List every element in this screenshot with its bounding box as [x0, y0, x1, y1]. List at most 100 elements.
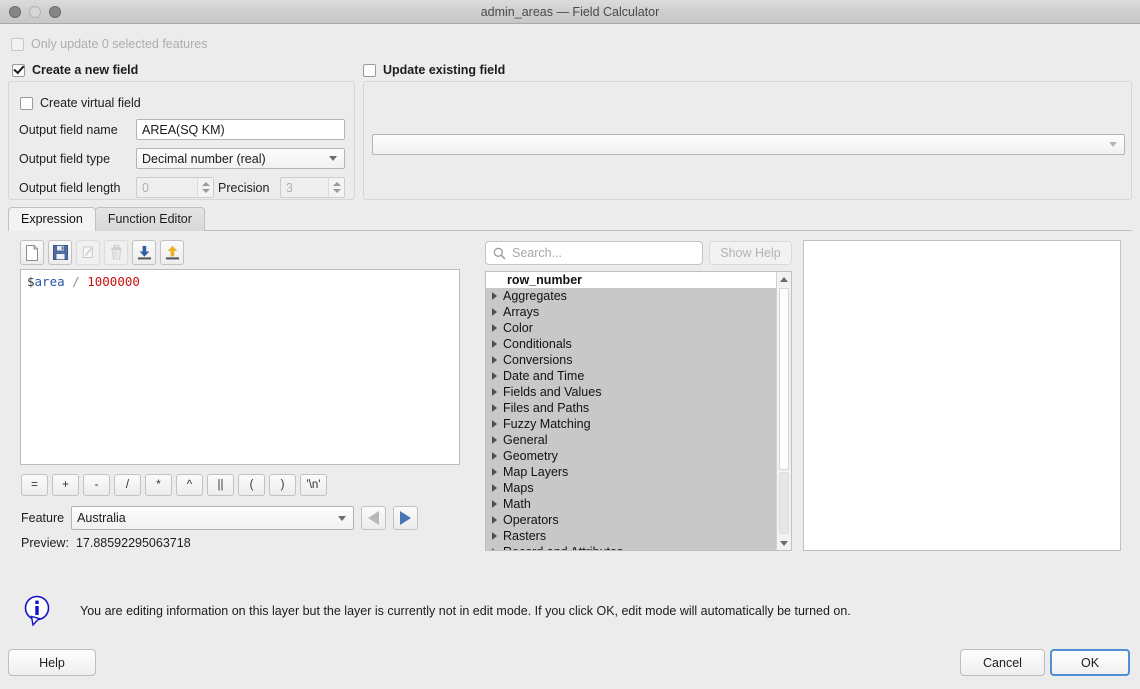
triangle-up-icon	[780, 276, 788, 282]
operator-button-divide[interactable]: /	[114, 474, 141, 496]
operator-button-power[interactable]: ^	[176, 474, 203, 496]
function-category-label: Fields and Values	[503, 385, 602, 399]
zoom-window-button[interactable]	[49, 5, 61, 18]
create-virtual-field-checkbox[interactable]	[20, 96, 33, 110]
output-field-type-combo[interactable]: Decimal number (real)	[136, 148, 345, 169]
function-category-label: Maps	[503, 481, 534, 495]
ok-button[interactable]: OK	[1050, 649, 1130, 676]
operator-button-concat[interactable]: ||	[207, 474, 234, 496]
function-category-fuzzy-matching[interactable]: Fuzzy Matching	[486, 416, 776, 432]
scroll-up-button[interactable]	[777, 272, 791, 286]
update-existing-field-label: Update existing field	[383, 63, 506, 77]
output-field-name-input[interactable]: AREA(SQ KM)	[136, 119, 345, 140]
arrow-left-icon	[368, 511, 380, 525]
edit-expression-button	[76, 240, 100, 265]
feature-label: Feature	[21, 511, 65, 525]
chevron-down-icon	[1109, 142, 1117, 147]
save-expression-button[interactable]	[48, 240, 72, 265]
create-virtual-field-label: Create virtual field	[40, 96, 141, 110]
scrollbar-thumb[interactable]	[779, 288, 789, 470]
function-list-scrollbar[interactable]	[776, 272, 791, 550]
preview-value: 17.88592295063718	[75, 536, 191, 550]
precision-stepper[interactable]: 3	[280, 177, 345, 198]
function-category-map-layers[interactable]: Map Layers	[486, 464, 776, 480]
function-category-label: Fuzzy Matching	[503, 417, 591, 431]
output-field-length-stepper[interactable]: 0	[136, 177, 214, 198]
preview-label: Preview:	[21, 536, 69, 550]
only-update-selected-label: Only update 0 selected features	[31, 37, 208, 51]
operator-button-close-paren[interactable]: )	[269, 474, 296, 496]
function-category-arrays[interactable]: Arrays	[486, 304, 776, 320]
chevron-right-icon	[492, 388, 497, 396]
close-window-button[interactable]	[9, 5, 21, 18]
create-new-field-checkbox[interactable]	[12, 63, 25, 77]
update-existing-field-checkbox-row[interactable]: Update existing field	[363, 63, 505, 77]
function-category-label: Map Layers	[503, 465, 569, 479]
chevron-right-icon	[492, 500, 497, 508]
spin-up-icon[interactable]	[201, 182, 210, 186]
operator-button-plus[interactable]: +	[52, 474, 79, 496]
operator-button-open-paren[interactable]: (	[238, 474, 265, 496]
expression-token-variable: area	[34, 274, 65, 289]
previous-feature-button	[361, 506, 387, 530]
operator-button-multiply[interactable]: *	[145, 474, 172, 496]
spin-up-icon[interactable]	[332, 182, 341, 186]
expression-editor[interactable]: $area / 1000000	[20, 269, 460, 465]
operator-button-minus[interactable]: -	[83, 474, 110, 496]
function-category-rasters[interactable]: Rasters	[486, 528, 776, 544]
feature-row: Feature Australia	[21, 506, 419, 530]
expression-token-operator: /	[64, 274, 88, 289]
function-category-color[interactable]: Color	[486, 320, 776, 336]
new-expression-button[interactable]	[20, 240, 44, 265]
function-category-label: General	[503, 433, 548, 447]
scroll-down-button[interactable]	[777, 536, 791, 550]
function-category-conditionals[interactable]: Conditionals	[486, 336, 776, 352]
spin-down-icon[interactable]	[332, 189, 341, 193]
search-icon	[493, 247, 506, 260]
precision-spin-buttons[interactable]	[328, 178, 344, 197]
info-icon	[22, 594, 52, 628]
minimize-window-button[interactable]	[29, 5, 41, 18]
function-list[interactable]: row_number Aggregates Arrays Color Condi…	[485, 271, 792, 551]
function-search-input[interactable]: Search...	[485, 241, 703, 265]
create-new-field-label: Create a new field	[32, 63, 139, 77]
function-category-fields-and-values[interactable]: Fields and Values	[486, 384, 776, 400]
tab-function-editor[interactable]: Function Editor	[94, 207, 205, 231]
expression-token-dollar: $	[27, 274, 35, 289]
operator-button-equals[interactable]: =	[21, 474, 48, 496]
function-category-label: Conditionals	[503, 337, 572, 351]
output-field-type-value: Decimal number (real)	[142, 151, 266, 166]
function-category-math[interactable]: Math	[486, 496, 776, 512]
feature-combo[interactable]: Australia	[71, 506, 355, 530]
cancel-button[interactable]: Cancel	[960, 649, 1045, 676]
function-category-geometry[interactable]: Geometry	[486, 448, 776, 464]
info-message: You are editing information on this laye…	[80, 603, 851, 618]
function-category-date-and-time[interactable]: Date and Time	[486, 368, 776, 384]
output-field-length-spin-buttons[interactable]	[197, 178, 213, 197]
scrollbar-track-lower[interactable]	[779, 472, 789, 534]
export-expressions-button[interactable]	[160, 240, 184, 265]
update-existing-field-checkbox[interactable]	[363, 63, 376, 77]
function-category-general[interactable]: General	[486, 432, 776, 448]
spin-down-icon[interactable]	[201, 189, 210, 193]
function-category-conversions[interactable]: Conversions	[486, 352, 776, 368]
function-list-items: row_number Aggregates Arrays Color Condi…	[486, 272, 776, 550]
chevron-right-icon	[492, 436, 497, 444]
create-virtual-field-row[interactable]: Create virtual field	[20, 96, 141, 110]
function-category-maps[interactable]: Maps	[486, 480, 776, 496]
function-category-label: Aggregates	[503, 289, 567, 303]
function-category-aggregates[interactable]: Aggregates	[486, 288, 776, 304]
next-feature-button[interactable]	[393, 506, 419, 530]
operator-button-newline[interactable]: '\n'	[300, 474, 327, 496]
create-new-field-checkbox-row[interactable]: Create a new field	[12, 63, 138, 77]
info-bar: You are editing information on this laye…	[0, 583, 1140, 638]
function-category-files-and-paths[interactable]: Files and Paths	[486, 400, 776, 416]
tab-expression[interactable]: Expression	[8, 207, 96, 231]
function-category-record-and-attributes[interactable]: Record and Attributes	[486, 544, 776, 550]
help-button[interactable]: Help	[8, 649, 96, 676]
chevron-right-icon	[492, 516, 497, 524]
function-list-item-row-number[interactable]: row_number	[486, 272, 776, 288]
import-expressions-button[interactable]	[132, 240, 156, 265]
chevron-down-icon	[329, 156, 337, 161]
function-category-operators[interactable]: Operators	[486, 512, 776, 528]
